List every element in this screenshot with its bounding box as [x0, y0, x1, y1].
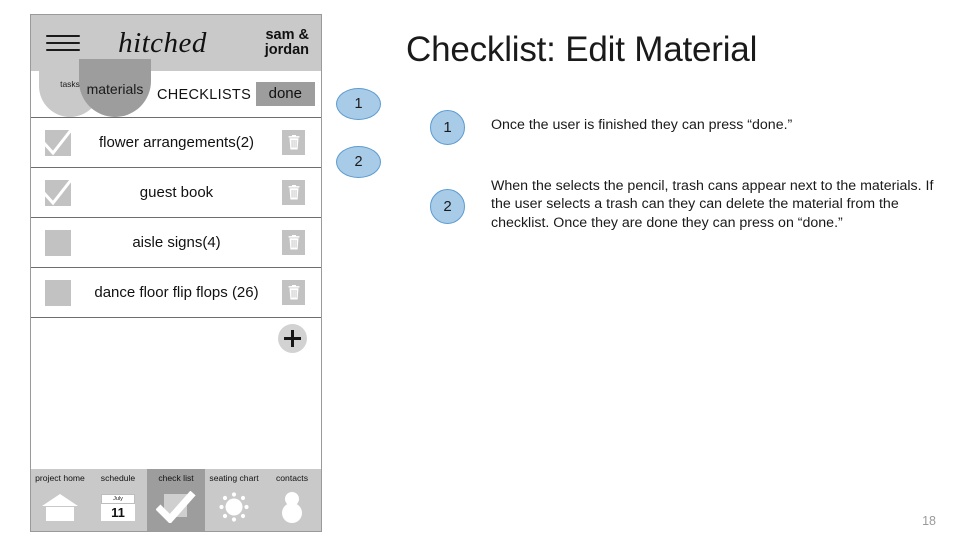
checkmark-icon	[42, 128, 73, 155]
annotation-badge: 1	[430, 110, 465, 145]
checkbox-unchecked[interactable]	[45, 279, 71, 306]
nav-label: project home	[35, 473, 85, 483]
checklist-row[interactable]: flower arrangements(2)	[31, 117, 321, 167]
account-name: sam & jordan	[264, 26, 309, 58]
nav-item-project-home[interactable]: project home	[31, 469, 89, 531]
checklist-row[interactable]: guest book	[31, 167, 321, 217]
checklist-row[interactable]: aisle signs(4)	[31, 217, 321, 267]
trash-glyph	[288, 235, 299, 250]
trash-glyph	[288, 185, 299, 200]
calendar-day: 11	[101, 503, 135, 521]
tab-bar: tasks materials CHECKLISTS done	[31, 59, 321, 117]
calendar-icon: July 11	[89, 483, 147, 531]
app-brand-logo: hitched	[118, 26, 207, 59]
checklist-row[interactable]: dance floor flip flops (26)	[31, 267, 321, 317]
checkbox-checked[interactable]	[42, 128, 73, 156]
annotation-badge: 2	[430, 189, 465, 224]
trash-glyph	[288, 285, 299, 300]
slide-canvas: hitched sam & jordan tasks materials CHE…	[0, 0, 960, 540]
checklist: flower arrangements(2) guest book aisle …	[31, 117, 321, 372]
checklist-item-label: flower arrangements(2)	[98, 134, 255, 151]
nav-label: check list	[158, 473, 194, 483]
list-footer	[31, 317, 321, 372]
annotation-text: When the selects the pencil, trash cans …	[491, 178, 934, 231]
bottom-navigation: project home schedule July 11 check list…	[31, 469, 321, 531]
trash-icon[interactable]	[282, 230, 305, 255]
trash-icon[interactable]	[282, 130, 305, 155]
add-material-button[interactable]	[278, 324, 307, 353]
nav-label: seating chart	[209, 473, 259, 483]
nav-item-check-list[interactable]: check list	[147, 469, 205, 531]
checkmark-icon	[42, 178, 73, 205]
tab-materials-label: materials	[86, 81, 144, 97]
checklist-item-label: aisle signs(4)	[132, 234, 221, 251]
house-icon	[31, 483, 89, 531]
nav-label: schedule	[100, 473, 136, 483]
add-icon	[284, 330, 301, 347]
checkbox-unchecked[interactable]	[45, 229, 71, 256]
calendar-month: July	[101, 493, 135, 504]
trash-glyph	[288, 135, 299, 150]
trash-icon[interactable]	[282, 280, 305, 305]
nav-label: contacts	[275, 473, 308, 483]
annotation-2: 2 When the selects the pencil, trash can…	[430, 178, 956, 232]
callout-marker-2: 2	[336, 146, 381, 178]
phone-mockup: hitched sam & jordan tasks materials CHE…	[30, 14, 322, 532]
nav-item-seating-chart[interactable]: seating chart	[205, 469, 263, 531]
section-title: CHECKLISTS	[157, 87, 252, 103]
person-icon	[263, 483, 321, 531]
nav-item-contacts[interactable]: contacts	[263, 469, 321, 531]
nav-item-schedule[interactable]: schedule July 11	[89, 469, 147, 531]
seating-chart-icon	[205, 483, 263, 531]
page-number: 18	[922, 514, 936, 528]
checklist-item-label: guest book	[139, 184, 214, 201]
done-button[interactable]: done	[255, 82, 315, 106]
checklist-item-label: dance floor flip flops (26)	[94, 284, 259, 301]
annotation-text: Once the user is finished they can press…	[491, 117, 793, 133]
page-title: Checklist: Edit Material	[406, 30, 758, 69]
checkmark-icon	[147, 483, 205, 531]
checkbox-checked[interactable]	[42, 178, 73, 206]
trash-icon[interactable]	[282, 180, 305, 205]
callout-marker-1: 1	[336, 88, 381, 120]
tab-tasks-label: tasks	[60, 79, 80, 89]
annotation-1: 1 Once the user is finished they can pre…	[430, 110, 792, 145]
